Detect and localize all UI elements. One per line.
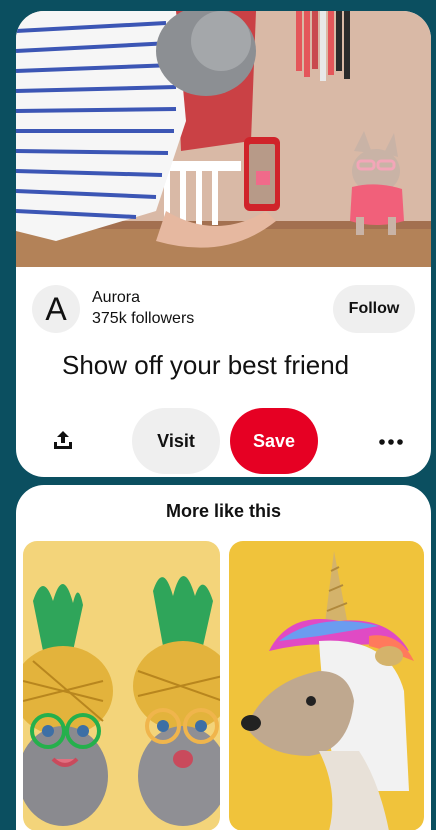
more-like-this-title: More like this — [165, 501, 282, 521]
avatar[interactable]: A — [32, 285, 80, 333]
creator-row: A Aurora 375k followers Follow — [32, 285, 415, 333]
creator-followers: 375k followers — [92, 310, 195, 327]
visit-button[interactable]: Visit — [132, 408, 220, 474]
related-pin-thumbnail[interactable] — [23, 541, 220, 830]
save-button[interactable]: Save — [230, 408, 318, 474]
creator-name[interactable]: Aurora — [92, 289, 140, 307]
share-icon[interactable] — [52, 429, 74, 451]
related-pin-thumbnail[interactable] — [229, 541, 424, 830]
follow-button[interactable]: Follow — [333, 285, 415, 333]
pin-title: Show off your best friend — [62, 350, 350, 380]
pin-card: A Aurora 375k followers Follow Show off … — [16, 11, 431, 477]
pin-hero-image[interactable] — [16, 11, 431, 267]
more-like-this-card: More like this — [16, 485, 431, 830]
more-icon[interactable] — [379, 439, 403, 445]
